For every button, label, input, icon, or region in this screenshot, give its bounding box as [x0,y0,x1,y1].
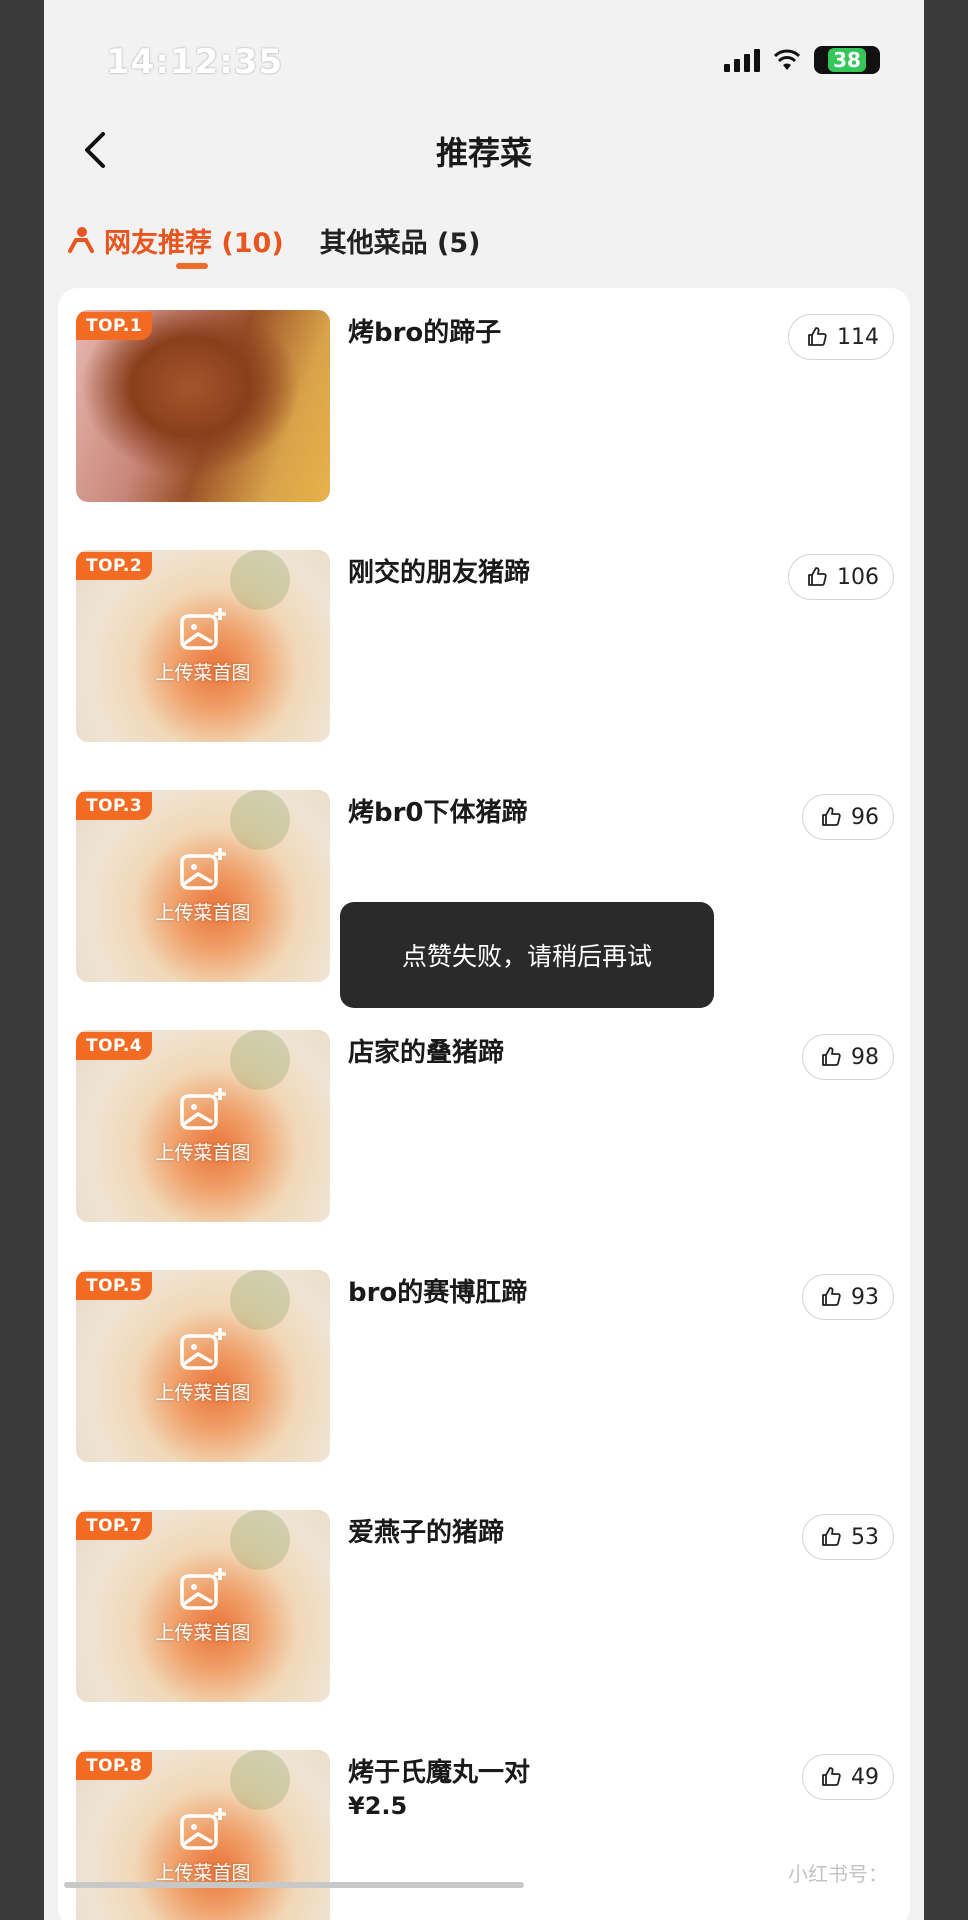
like-count: 93 [851,1284,879,1310]
tab-bar: 网友推荐 (10) 其他菜品 (5) [66,210,481,270]
dish-name: 刚交的朋友猪蹄 [348,558,531,588]
image-plus-icon [180,608,226,650]
like-count: 98 [851,1044,879,1070]
blurred-background [230,550,290,610]
people-icon [68,227,94,253]
like-button[interactable]: 93 [802,1274,894,1320]
blurred-background [230,1750,290,1810]
rank-badge: TOP.1 [76,312,153,340]
list-item[interactable]: TOP.4 上传菜首图 店家的叠猪蹄 98 [76,1030,896,1226]
thumbs-up-icon [822,1287,841,1306]
signal-icon [724,48,760,72]
thumbs-up-icon [808,327,827,346]
upload-photo[interactable]: 上传菜首图 [76,1086,330,1165]
tab-label: 网友推荐 (10) [104,227,284,259]
like-button[interactable]: 96 [802,794,894,840]
upload-photo[interactable]: 上传菜首图 [76,846,330,925]
dish-photo-placeholder[interactable]: TOP.8 上传菜首图 [76,1750,330,1920]
tab-netizen-recommend[interactable]: 网友推荐 (10) [66,221,284,260]
blurred-background [230,1510,290,1570]
like-button[interactable]: 53 [802,1514,894,1560]
image-plus-icon [180,1568,226,1610]
blurred-background [230,1030,290,1090]
thumbs-up-icon [822,1527,841,1546]
upload-label: 上传菜首图 [155,1382,251,1404]
dish-name: bro的赛博肛蹄 [348,1278,528,1308]
image-plus-icon [180,1088,226,1130]
list-item[interactable]: TOP.2 上传菜首图 刚交的朋友猪蹄 106 [76,550,896,746]
image-plus-icon [180,848,226,890]
like-count: 96 [851,804,879,830]
thumbs-up-icon [822,1767,841,1786]
phone-screen: 14:12:35 38 推荐菜 网友推荐 (10) 其他菜品 (5) TOP.1… [44,0,924,1920]
tab-other-dishes[interactable]: 其他菜品 (5) [320,221,481,260]
dish-photo-placeholder[interactable]: TOP.4 上传菜首图 [76,1030,330,1222]
like-button[interactable]: 49 [802,1754,894,1800]
dish-photo-placeholder[interactable]: TOP.3 上传菜首图 [76,790,330,982]
watermark: 小红书号： [788,1862,888,1886]
dish-photo-placeholder[interactable]: TOP.5 上传菜首图 [76,1270,330,1462]
upload-photo[interactable]: 上传菜首图 [76,606,330,685]
status-icons: 38 [724,46,880,74]
status-time: 14:12:35 [106,42,284,82]
upload-label: 上传菜首图 [155,902,251,924]
dish-photo[interactable]: TOP.1 [76,310,330,502]
rank-badge: TOP.7 [76,1512,153,1540]
dish-name: 烤于氏魔丸一对 [348,1758,531,1788]
blurred-background [230,1270,290,1330]
list-item[interactable]: TOP.8 上传菜首图 烤于氏魔丸一对 ¥2.5 49 [76,1750,896,1920]
image-plus-icon [180,1808,226,1850]
upload-label: 上传菜首图 [155,1622,251,1644]
tab-label: 其他菜品 (5) [319,227,481,259]
like-count: 53 [851,1524,879,1550]
like-count: 106 [837,564,879,590]
list-item[interactable]: TOP.1 烤bro的蹄子 114 [76,310,896,506]
upload-photo[interactable]: 上传菜首图 [76,1326,330,1405]
upload-label: 上传菜首图 [155,1862,251,1884]
upload-photo[interactable]: 上传菜首图 [76,1806,330,1885]
upload-photo[interactable]: 上传菜首图 [76,1566,330,1645]
page-title: 推荐菜 [435,134,532,172]
thumbs-up-icon [822,807,841,826]
rank-badge: TOP.4 [76,1032,153,1060]
wifi-icon [773,49,801,70]
dish-name: 烤bro的蹄子 [348,318,502,348]
thumbs-up-icon [808,567,827,586]
list-item[interactable]: TOP.7 上传菜首图 爱燕子的猪蹄 53 [76,1510,896,1706]
like-count: 114 [837,324,879,350]
upload-label: 上传菜首图 [155,662,251,684]
battery-level: 38 [828,48,866,72]
dish-name: 爱燕子的猪蹄 [348,1518,505,1548]
image-plus-icon [180,1328,226,1370]
rank-badge: TOP.8 [76,1752,153,1780]
like-button[interactable]: 98 [802,1034,894,1080]
like-count: 49 [851,1764,879,1790]
like-button[interactable]: 114 [788,314,894,360]
battery-indicator: 38 [814,46,880,74]
dish-photo-placeholder[interactable]: TOP.2 上传菜首图 [76,550,330,742]
list-item[interactable]: TOP.5 上传菜首图 bro的赛博肛蹄 93 [76,1270,896,1466]
active-tab-indicator [176,263,208,269]
dish-name: 店家的叠猪蹄 [348,1038,505,1068]
rank-badge: TOP.5 [76,1272,153,1300]
dish-photo-placeholder[interactable]: TOP.7 上传菜首图 [76,1510,330,1702]
top-nav: 推荐菜 [44,110,924,190]
dish-name: 烤br0下体猪蹄 [348,798,528,828]
toast-message: 点赞失败，请稍后再试 [340,902,714,1008]
upload-label: 上传菜首图 [155,1142,251,1164]
blurred-background [230,790,290,850]
dish-price: ¥2.5 [348,1792,408,1820]
home-indicator[interactable] [64,1882,524,1888]
dish-list: TOP.1 烤bro的蹄子 114 TOP.2 上传菜首图 刚交的朋友猪蹄 10… [58,288,910,1920]
rank-badge: TOP.3 [76,792,153,820]
rank-badge: TOP.2 [76,552,153,580]
like-button[interactable]: 106 [788,554,894,600]
status-bar: 14:12:35 38 [44,0,924,120]
thumbs-up-icon [822,1047,841,1066]
